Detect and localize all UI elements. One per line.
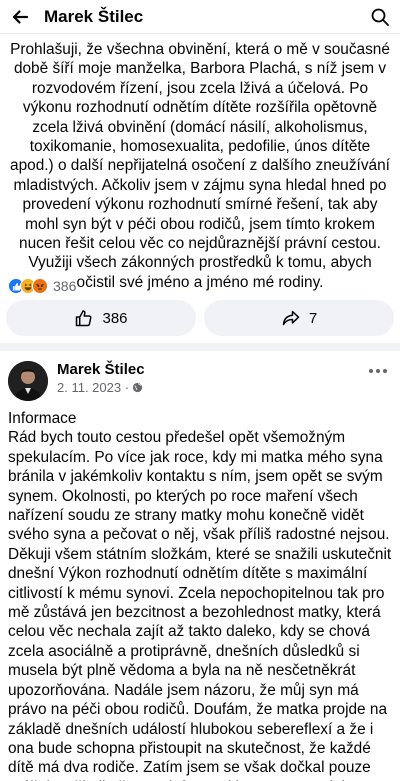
post-statement: Prohlašuji, že všechna obvinění, která o…: [0, 34, 400, 343]
like-count: 386: [102, 309, 128, 327]
back-arrow-icon: [12, 9, 29, 24]
share-icon: [282, 310, 300, 326]
reaction-count: 386: [53, 278, 77, 294]
like-button[interactable]: 386: [6, 300, 196, 336]
angry-reaction-icon: [32, 278, 48, 294]
top-bar: Marek Štilec: [0, 0, 400, 34]
share-count: 7: [308, 309, 318, 327]
more-icon: [369, 369, 387, 373]
search-button[interactable]: [360, 0, 400, 34]
back-button[interactable]: [0, 0, 40, 34]
search-icon: [371, 8, 389, 26]
avatar[interactable]: [8, 361, 48, 401]
thumbs-up-icon: [76, 310, 92, 327]
post-actions: 386 7: [0, 300, 400, 340]
post-information: Marek Štilec 2. 11. 2023 · Informace Rád…: [0, 351, 400, 781]
post-text: Informace Rád bych touto cestou předešel…: [8, 410, 392, 781]
share-button[interactable]: 7: [204, 300, 394, 336]
post-text: Prohlašuji, že všechna obvinění, která o…: [10, 41, 390, 291]
post-date[interactable]: 2. 11. 2023 ·: [57, 380, 129, 395]
more-options-button[interactable]: [366, 361, 390, 381]
page-title: Marek Štilec: [44, 6, 144, 26]
globe-icon: [132, 382, 143, 393]
post-author[interactable]: Marek Štilec: [57, 361, 145, 378]
reactions-summary[interactable]: 386: [8, 278, 76, 294]
post-meta: 2. 11. 2023 ·: [57, 380, 143, 395]
